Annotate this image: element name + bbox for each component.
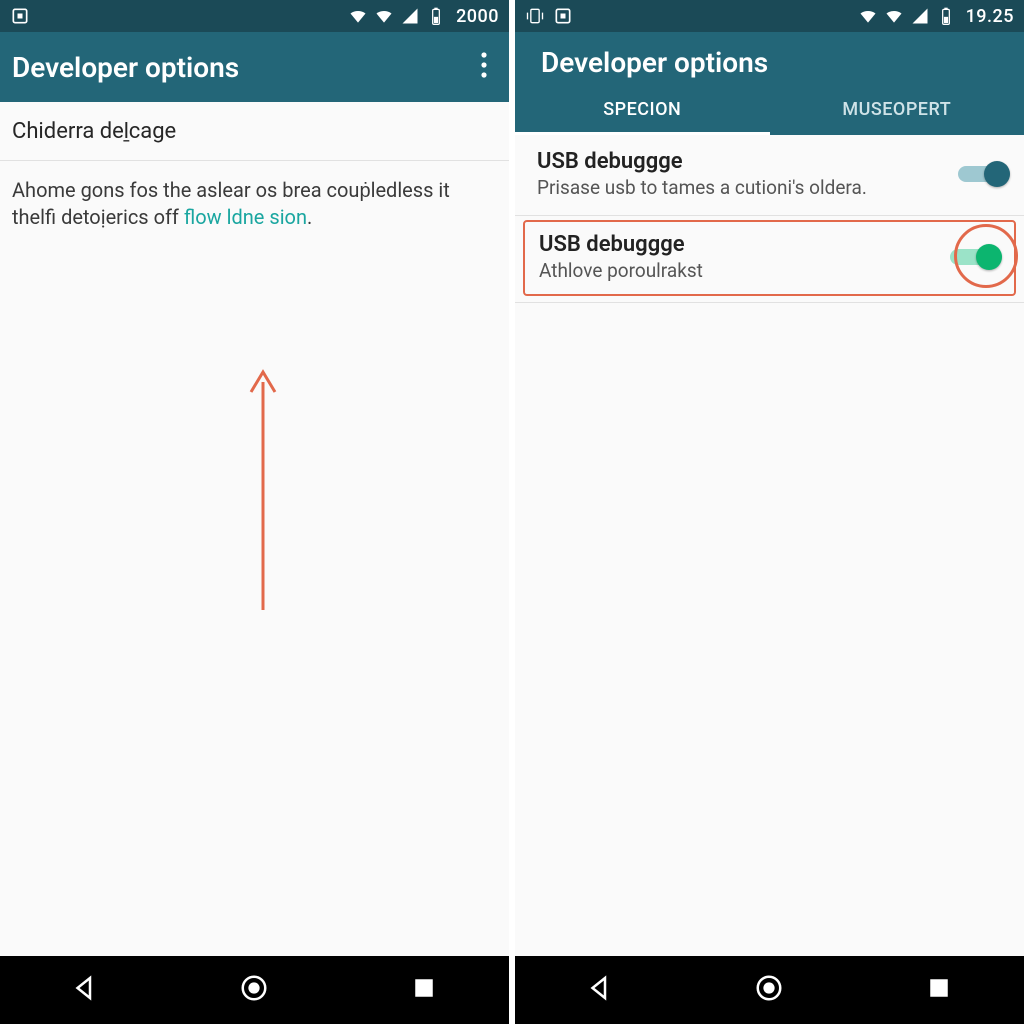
nav-recent-button[interactable] <box>409 973 439 1007</box>
content-area: Chiderra deḻcage Ahome gons fos the asle… <box>0 102 509 956</box>
signal-icon <box>910 6 930 26</box>
app-bar: Developer options <box>515 32 1024 85</box>
section-heading: Chiderra deḻcage <box>0 102 509 160</box>
status-bar: 2000 <box>0 0 509 32</box>
page-title: Developer options <box>12 51 239 84</box>
content-area: USB debuggge Prisase usb to tames a cuti… <box>515 135 1024 956</box>
page-title: Developer options <box>527 46 768 79</box>
nav-recent-button[interactable] <box>924 973 954 1007</box>
wifi-icon-2 <box>374 6 394 26</box>
app-bar: Developer options <box>0 32 509 102</box>
setting-row-usb-debug-2[interactable]: USB debuggge Athlove poroulrakst <box>539 232 1008 282</box>
status-bar: 19.25 <box>515 0 1024 32</box>
row-subtitle: Prisase usb to tames a cutioni's oldera. <box>537 176 948 199</box>
phone-left: 2000 Developer options Chiderra deḻcage … <box>0 0 509 1024</box>
status-time: 2000 <box>456 6 499 27</box>
nav-bar <box>0 956 509 1024</box>
overflow-menu-button[interactable] <box>471 46 497 88</box>
nav-home-button[interactable] <box>754 973 784 1007</box>
setting-row-usb-debug-1[interactable]: USB debuggge Prisase usb to tames a cuti… <box>515 135 1024 215</box>
tab-museopert[interactable]: MUSEOPERT <box>770 85 1024 135</box>
scroll-up-arrow-annotation <box>248 362 278 612</box>
note-text-suffix: . <box>307 205 312 229</box>
nav-back-button[interactable] <box>70 973 100 1007</box>
divider <box>515 302 1024 303</box>
highlighted-row-annotation: USB debuggge Athlove poroulrakst <box>523 220 1016 296</box>
row-title: USB debuggge <box>539 232 940 257</box>
nav-back-button[interactable] <box>585 973 615 1007</box>
battery-icon <box>426 6 446 26</box>
signal-icon <box>400 6 420 26</box>
note-link[interactable]: flow ldne sion <box>184 205 307 229</box>
info-note: Ahome gons fos the aslear os brea couṗle… <box>0 161 509 247</box>
row-subtitle: Athlove poroulrakst <box>539 259 940 282</box>
tab-bar: SPECION MUSEOPERT <box>515 85 1024 135</box>
vibrate-icon <box>525 6 545 26</box>
wifi-icon <box>858 6 878 26</box>
notification-icon <box>10 6 30 26</box>
battery-icon <box>936 6 956 26</box>
circle-annotation <box>954 224 1018 288</box>
notification-icon <box>553 6 573 26</box>
row-title: USB debuggge <box>537 149 948 174</box>
wifi-icon-2 <box>884 6 904 26</box>
tab-specion[interactable]: SPECION <box>515 85 770 135</box>
phone-right: 19.25 Developer options SPECION MUSEOPER… <box>509 0 1024 1024</box>
nav-bar <box>515 956 1024 1024</box>
wifi-icon <box>348 6 368 26</box>
status-time: 19.25 <box>966 6 1014 27</box>
nav-home-button[interactable] <box>239 973 269 1007</box>
toggle-usb-debug-1[interactable] <box>958 160 1010 188</box>
divider <box>515 215 1024 216</box>
